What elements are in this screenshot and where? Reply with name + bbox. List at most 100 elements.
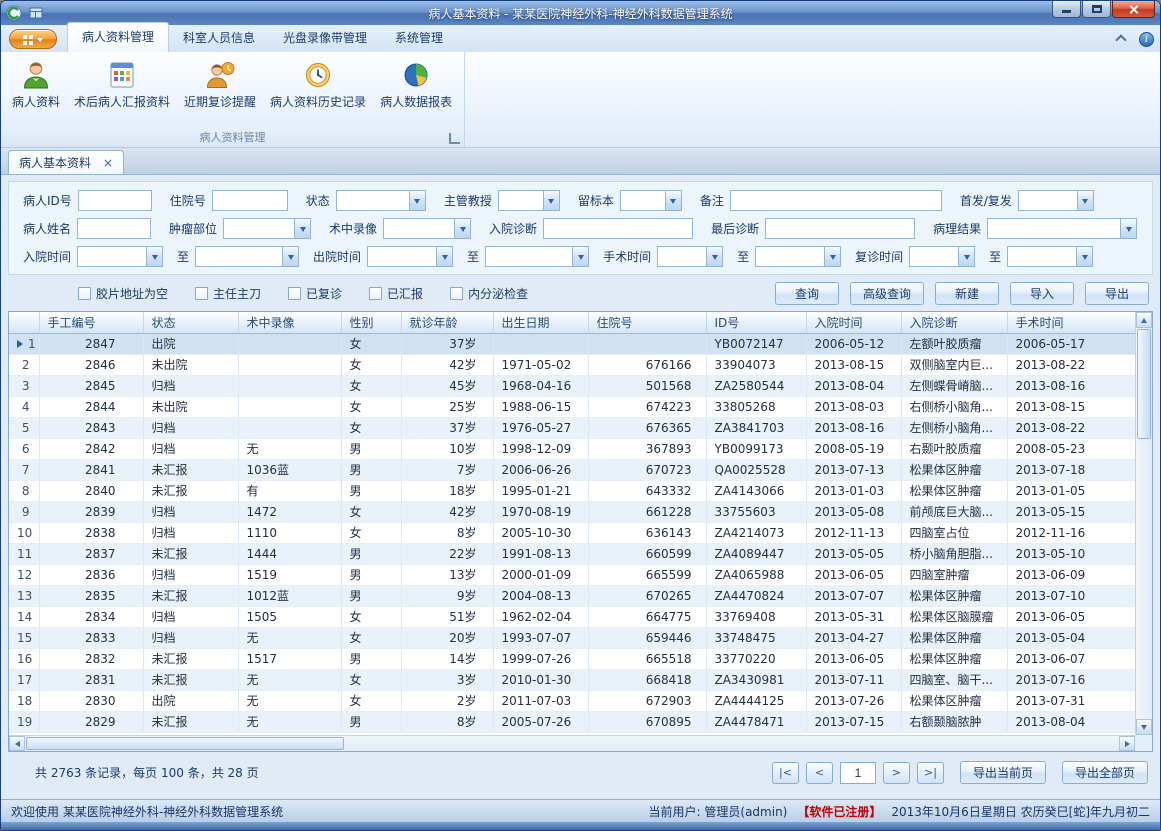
col-id-no[interactable]: ID号	[706, 312, 806, 333]
tab-patient-basic-data[interactable]: 病人基本资料 ×	[8, 150, 124, 174]
export-current-page-button[interactable]: 导出当前页	[960, 761, 1046, 784]
dropdown-arrow-icon[interactable]	[282, 247, 298, 266]
checkbox-revisited[interactable]: 已复诊	[288, 285, 342, 302]
hospital-no-input[interactable]	[212, 190, 288, 211]
table-row[interactable]: 92839归档1472女42岁1970-08-19661228337556032…	[9, 501, 1135, 522]
surgery-to-select[interactable]	[755, 246, 841, 267]
patient-name-input[interactable]	[77, 218, 151, 239]
dropdown-arrow-icon[interactable]	[958, 247, 974, 266]
dropdown-arrow-icon[interactable]	[543, 191, 559, 210]
table-row[interactable]: 102838归档1110女8岁2005-10-30636143ZA4214073…	[9, 522, 1135, 543]
table-row[interactable]: 42844未出院女25岁1988-06-15674223338052682013…	[9, 396, 1135, 417]
col-admit-diagnosis[interactable]: 入院诊断	[901, 312, 1007, 333]
help-info-icon[interactable]: i	[1139, 32, 1154, 47]
dropdown-arrow-icon[interactable]	[146, 247, 162, 266]
checkbox-film-address-empty[interactable]: 胶片地址为空	[78, 285, 168, 302]
ribbon-tab-staff-info[interactable]: 科室人员信息	[169, 24, 269, 52]
import-button[interactable]: 导入	[1010, 282, 1074, 305]
revisit-to-select[interactable]	[1007, 246, 1093, 267]
table-row[interactable]: 12847出院女37岁YB00721472006-05-12左额叶胶质瘤2006…	[9, 333, 1135, 354]
next-page-button[interactable]: >	[883, 762, 910, 784]
application-menu-button[interactable]	[9, 29, 57, 49]
col-status[interactable]: 状态	[143, 312, 238, 333]
specimen-select[interactable]	[620, 190, 682, 211]
table-row[interactable]: 112837未汇报1444男22岁1991-08-13660599ZA40894…	[9, 543, 1135, 564]
ribbon-button-patient-data[interactable]: 病人资料	[5, 55, 67, 114]
prev-page-button[interactable]: <	[806, 762, 833, 784]
col-birth-date[interactable]: 出生日期	[493, 312, 588, 333]
col-hospital-no[interactable]: 住院号	[588, 312, 706, 333]
col-gender[interactable]: 性别	[341, 312, 401, 333]
table-row[interactable]: 52843归档女37岁1976-05-27676365ZA38417032013…	[9, 417, 1135, 438]
table-row[interactable]: 72841未汇报1036蓝男7岁2006-06-26670723QA002552…	[9, 459, 1135, 480]
status-select[interactable]	[336, 190, 426, 211]
dropdown-arrow-icon[interactable]	[706, 247, 722, 266]
table-row[interactable]: 182830出院无女2岁2011-07-03672903ZA4444125201…	[9, 690, 1135, 711]
final-diag-input[interactable]	[765, 218, 915, 239]
ribbon-button-postop-report[interactable]: 术后病人汇报资料	[67, 55, 177, 114]
col-age[interactable]: 就诊年龄	[401, 312, 493, 333]
close-button[interactable]	[1112, 1, 1155, 18]
admit-from-select[interactable]	[77, 246, 163, 267]
pathology-select[interactable]	[987, 218, 1137, 239]
dropdown-arrow-icon[interactable]	[824, 247, 840, 266]
dropdown-arrow-icon[interactable]	[665, 191, 681, 210]
col-admit-date[interactable]: 入院时间	[806, 312, 901, 333]
table-row[interactable]: 152833归档无女20岁1993-07-0765944633748475201…	[9, 627, 1135, 648]
discharge-to-select[interactable]	[485, 246, 589, 267]
revisit-from-select[interactable]	[909, 246, 975, 267]
dropdown-arrow-icon[interactable]	[1076, 247, 1092, 266]
discharge-from-select[interactable]	[367, 246, 453, 267]
col-video[interactable]: 术中录像	[238, 312, 341, 333]
table-row[interactable]: 172831未汇报无女3岁2010-01-30668418ZA343098120…	[9, 669, 1135, 690]
horizontal-scroll-thumb[interactable]	[26, 737, 344, 750]
checkbox-endocrine-check[interactable]: 内分泌检查	[450, 285, 528, 302]
new-button[interactable]: 新建	[935, 282, 999, 305]
table-row[interactable]: 192829未汇报无男8岁2005-07-26670895ZA447847120…	[9, 711, 1135, 732]
ribbon-button-history-record[interactable]: 病人资料历史记录	[263, 55, 373, 114]
ribbon-button-revisit-reminder[interactable]: 近期复诊提醒	[177, 55, 263, 114]
checkbox-reported[interactable]: 已汇报	[369, 285, 423, 302]
scroll-right-button[interactable]	[1119, 736, 1135, 751]
ribbon-button-data-report[interactable]: 病人数据报表	[373, 55, 459, 114]
dropdown-arrow-icon[interactable]	[409, 191, 425, 210]
dropdown-arrow-icon[interactable]	[1077, 191, 1093, 210]
quick-access-icon[interactable]	[28, 5, 44, 21]
scroll-left-button[interactable]	[9, 736, 25, 751]
table-row[interactable]: 62842归档无男10岁1998-12-09367893YB0099173200…	[9, 438, 1135, 459]
close-tab-icon[interactable]: ×	[103, 156, 113, 170]
professor-select[interactable]	[498, 190, 560, 211]
dialog-launcher-icon[interactable]	[449, 133, 460, 144]
advanced-query-button[interactable]: 高级查询	[850, 282, 924, 305]
ribbon-tab-disc-tape-management[interactable]: 光盘录像带管理	[269, 24, 381, 52]
maximize-button[interactable]	[1082, 1, 1111, 18]
horizontal-scrollbar[interactable]	[9, 735, 1135, 751]
table-row[interactable]: 122836归档1519男13岁2000-01-09665599ZA406598…	[9, 564, 1135, 585]
vertical-scrollbar[interactable]	[1135, 312, 1152, 735]
admit-diag-input[interactable]	[543, 218, 693, 239]
table-row[interactable]: 132835未汇报1012蓝男9岁2004-08-13670265ZA44708…	[9, 585, 1135, 606]
query-button[interactable]: 查询	[775, 282, 839, 305]
tumor-site-select[interactable]	[223, 218, 311, 239]
table-row[interactable]: 82840未汇报有男18岁1995-01-21643332ZA414306620…	[9, 480, 1135, 501]
scroll-up-button[interactable]	[1136, 312, 1152, 328]
admit-to-select[interactable]	[195, 246, 299, 267]
minimize-button[interactable]	[1052, 1, 1081, 18]
surgery-from-select[interactable]	[657, 246, 723, 267]
ribbon-tab-system-management[interactable]: 系统管理	[381, 24, 457, 52]
remark-input[interactable]	[730, 190, 942, 211]
export-all-pages-button[interactable]: 导出全部页	[1062, 761, 1148, 784]
first-recur-select[interactable]	[1018, 190, 1094, 211]
checkbox-chief-surgeon[interactable]: 主任主刀	[195, 285, 261, 302]
col-surgery-date[interactable]: 手术时间	[1007, 312, 1135, 333]
table-row[interactable]: 32845归档女45岁1968-04-16501568ZA25805442013…	[9, 375, 1135, 396]
dropdown-arrow-icon[interactable]	[436, 247, 452, 266]
col-manual-no[interactable]: 手工编号	[39, 312, 143, 333]
vertical-scroll-thumb[interactable]	[1137, 329, 1151, 439]
dropdown-arrow-icon[interactable]	[1120, 219, 1136, 238]
dropdown-arrow-icon[interactable]	[294, 219, 310, 238]
page-input[interactable]	[840, 762, 876, 784]
video-select[interactable]	[383, 218, 471, 239]
table-row[interactable]: 22846未出院女42岁1971-05-02676166339040732013…	[9, 354, 1135, 375]
scroll-down-button[interactable]	[1136, 719, 1152, 735]
